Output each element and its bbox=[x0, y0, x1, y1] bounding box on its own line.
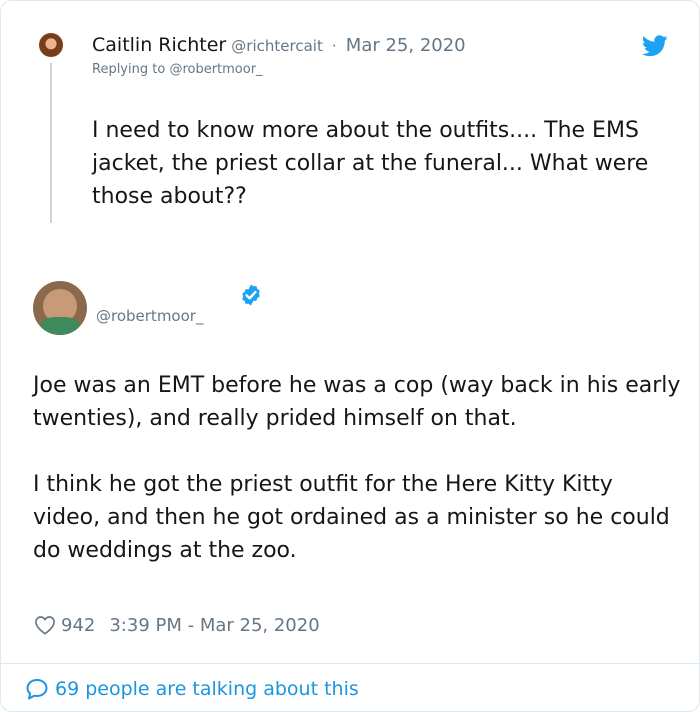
reply-author-handle[interactable]: @richtercait bbox=[231, 37, 323, 55]
tweet-meta-row: 942 3:39 PM - Mar 25, 2020 bbox=[34, 613, 320, 637]
tweet-paragraph: Joe was an EMT before he was a cop (way … bbox=[33, 373, 681, 431]
thread-connector-line bbox=[50, 63, 52, 223]
caitlin-avatar[interactable] bbox=[39, 33, 63, 57]
talking-label: 69 people are talking about this bbox=[55, 678, 359, 700]
speech-bubble-icon bbox=[26, 679, 48, 700]
heart-icon[interactable] bbox=[34, 615, 56, 635]
replying-to-mention[interactable]: @robertmoor_ bbox=[169, 62, 262, 77]
avatar-mask bbox=[41, 317, 79, 335]
robertmoor-avatar[interactable] bbox=[33, 281, 87, 335]
reply-tweet-date[interactable]: Mar 25, 2020 bbox=[346, 35, 466, 56]
reply-tweet-header: Caitlin Richter @richtercait · Mar 25, 2… bbox=[92, 34, 466, 56]
twitter-bird-icon[interactable] bbox=[642, 35, 668, 57]
main-author-handle[interactable]: @robertmoor_ bbox=[96, 307, 203, 325]
footer-divider bbox=[1, 663, 699, 664]
reply-tweet-text: I need to know more about the outfits...… bbox=[92, 118, 649, 209]
verified-badge-icon bbox=[242, 284, 260, 306]
embedded-tweet-card: Caitlin Richter @richtercait · Mar 25, 2… bbox=[0, 0, 700, 712]
conversation-link[interactable]: 69 people are talking about this bbox=[25, 676, 359, 702]
reply-author-name[interactable]: Caitlin Richter bbox=[92, 34, 226, 56]
main-tweet-text: Joe was an EMT before he was a cop (way … bbox=[33, 369, 683, 567]
replying-to-prefix: Replying to bbox=[92, 62, 166, 77]
header-separator: · bbox=[331, 37, 337, 55]
like-count[interactable]: 942 bbox=[61, 615, 95, 636]
tweet-timestamp[interactable]: 3:39 PM - Mar 25, 2020 bbox=[109, 615, 319, 636]
tweet-paragraph: I think he got the priest outfit for the… bbox=[33, 472, 670, 563]
replying-to-line: Replying to @robertmoor_ bbox=[92, 62, 263, 77]
